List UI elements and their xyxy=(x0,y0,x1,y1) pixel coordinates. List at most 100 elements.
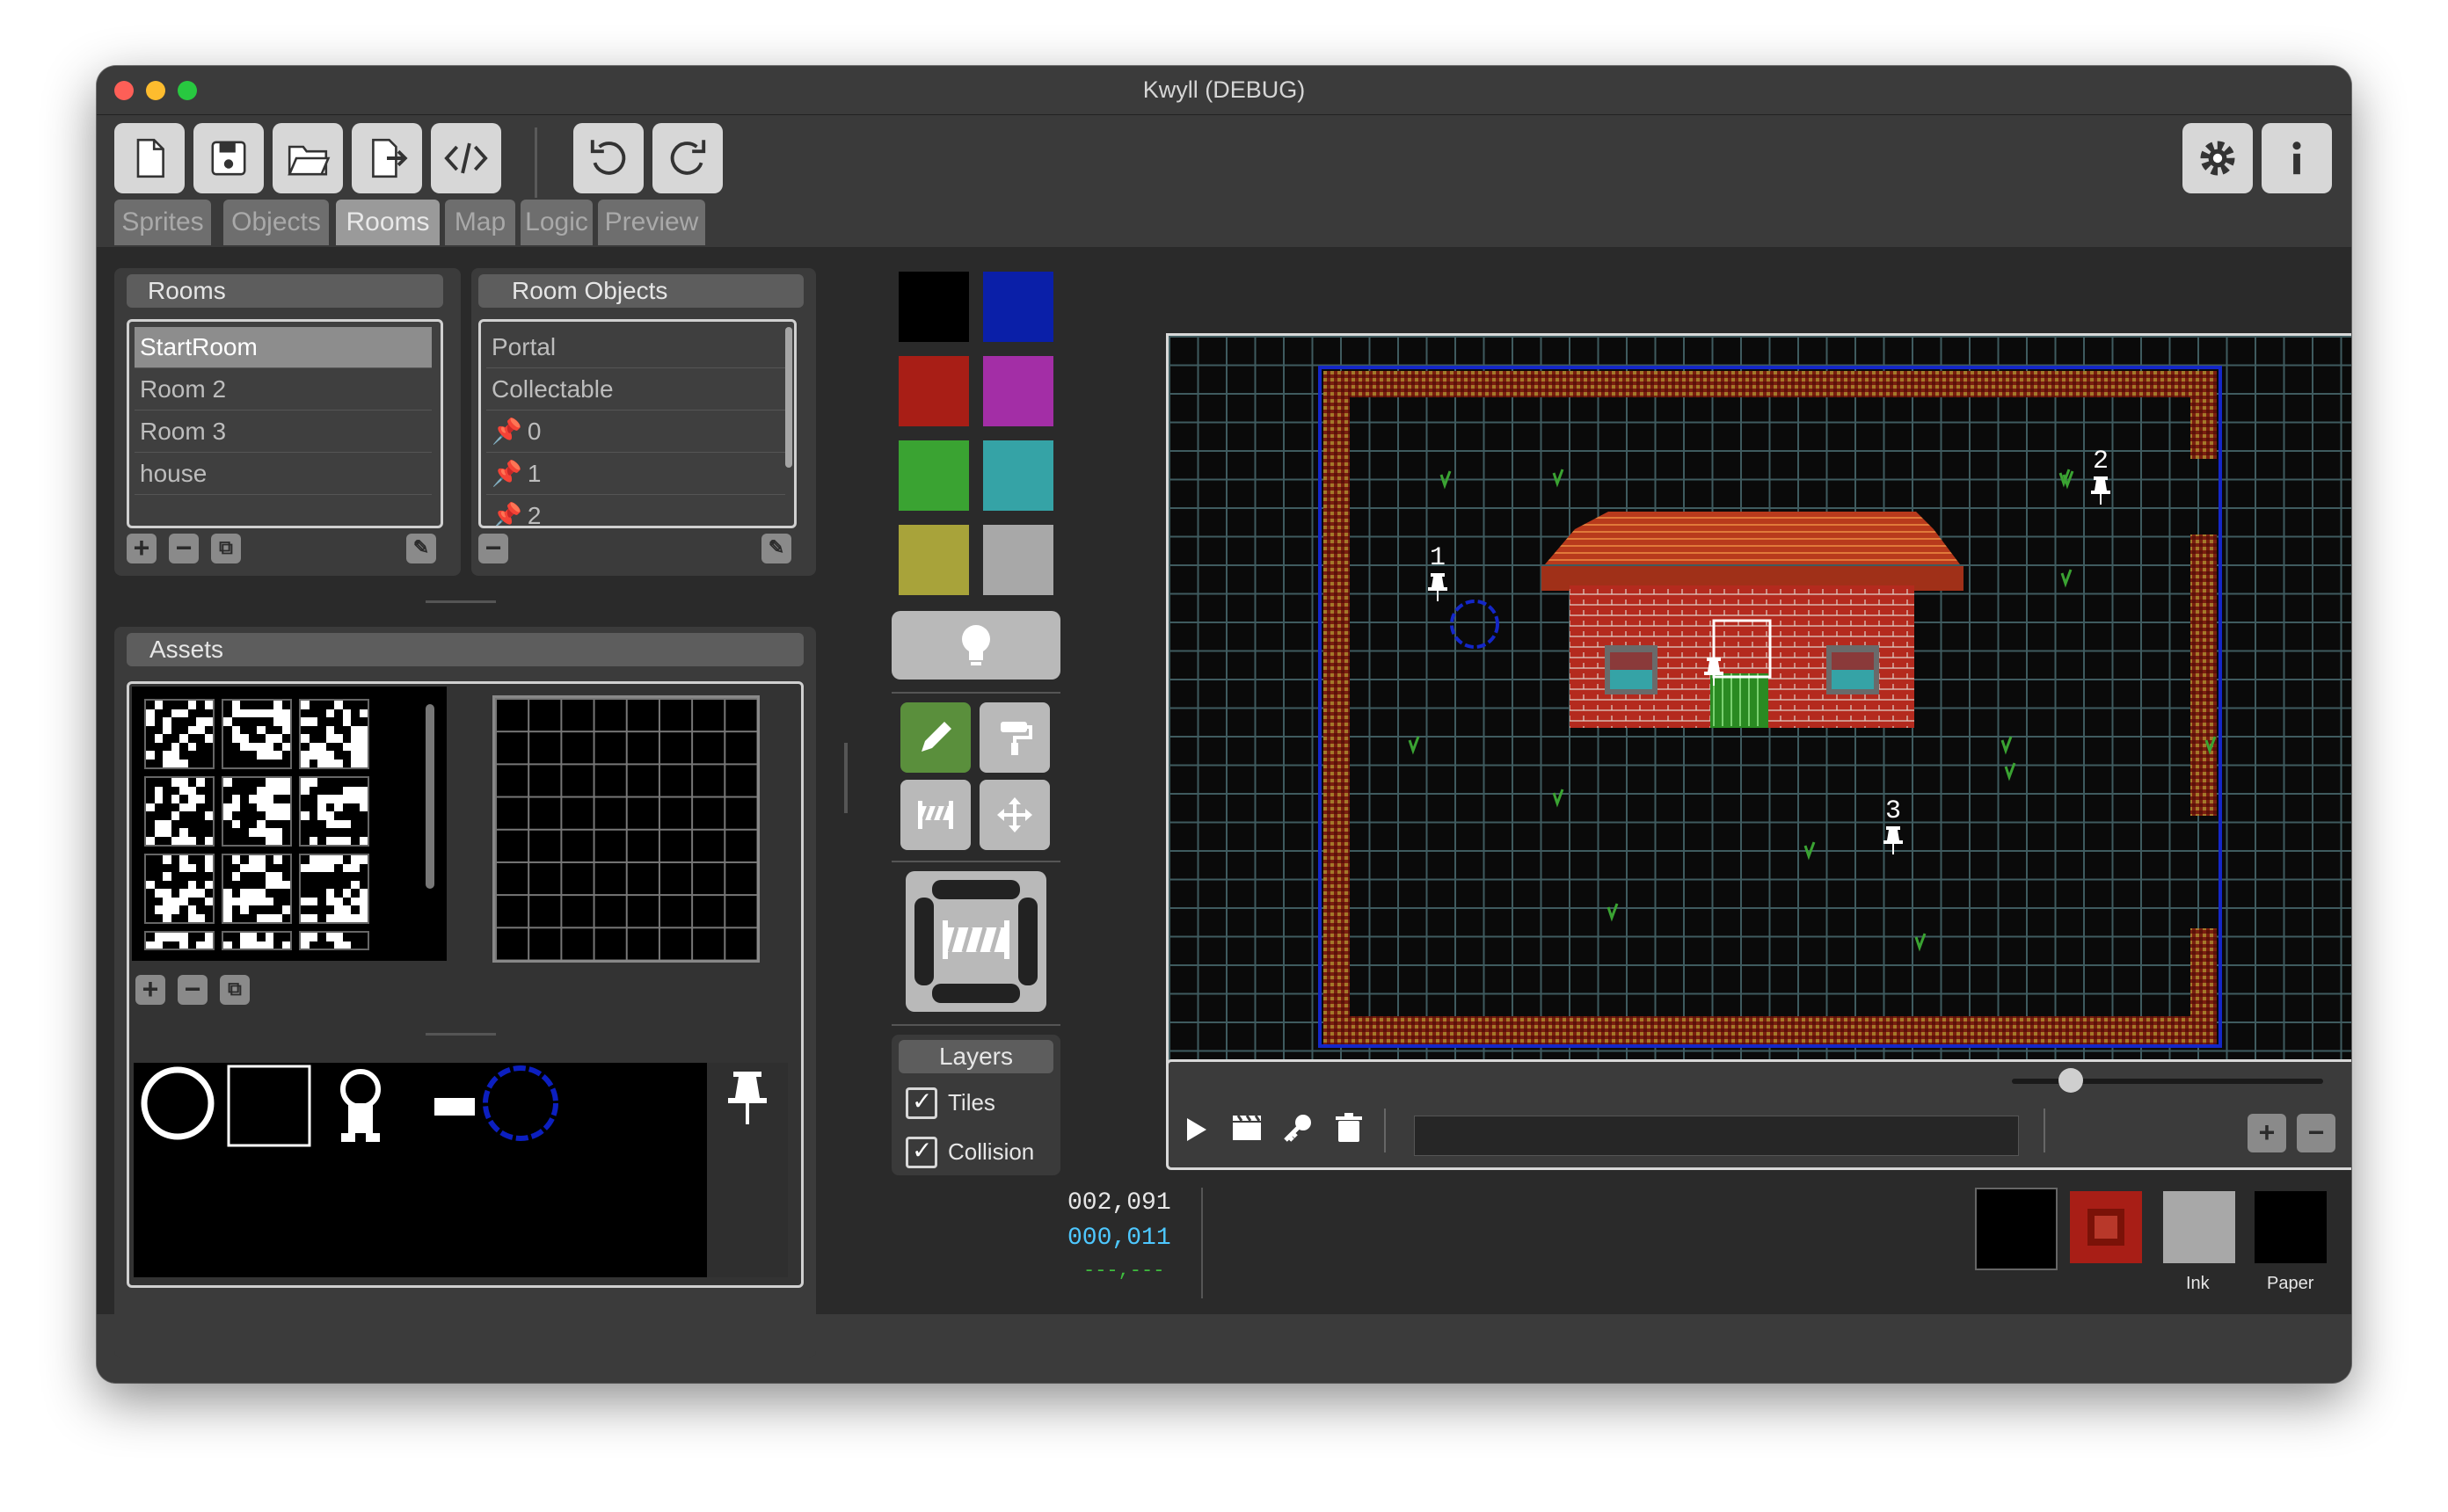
palette-black[interactable] xyxy=(899,272,969,342)
splitter-handle-2[interactable] xyxy=(426,1033,496,1036)
object-sprites xyxy=(141,1065,558,1147)
top-wall xyxy=(1323,371,2217,397)
palette-yellow[interactable] xyxy=(899,525,969,595)
zoom-slider-track[interactable] xyxy=(2012,1068,2323,1093)
portal-sprite[interactable] xyxy=(141,1066,215,1140)
undo-button[interactable] xyxy=(573,123,644,193)
panel-divider[interactable] xyxy=(844,743,848,813)
object-item-collectable[interactable]: Collectable xyxy=(486,369,785,411)
pin-marker-3[interactable] xyxy=(1883,826,1903,854)
tab-sprites[interactable]: Sprites xyxy=(114,200,211,245)
remove-room-button[interactable]: − xyxy=(169,534,199,563)
paper-color-swatch[interactable] xyxy=(2255,1191,2327,1263)
tiles-layer-checkbox[interactable]: ✓ xyxy=(906,1087,937,1119)
room-item-room-2[interactable]: Room 2 xyxy=(135,369,432,411)
portal-marker[interactable] xyxy=(1450,600,1499,649)
tab-rooms[interactable]: Rooms xyxy=(336,200,440,245)
info-button[interactable] xyxy=(2262,123,2332,193)
pin-icon[interactable] xyxy=(707,1063,788,1133)
object-item-2[interactable]: 📌 2 xyxy=(486,496,785,526)
move-tool-button[interactable] xyxy=(980,780,1050,850)
object-item-0[interactable]: 📌 0 xyxy=(486,411,785,453)
splitter-handle[interactable] xyxy=(426,600,496,603)
duplicate-tile-button[interactable]: ⧉ xyxy=(220,975,250,1005)
tile-position: 000,011 xyxy=(1067,1225,1171,1252)
tile-thumbnail[interactable] xyxy=(144,931,215,950)
play-button[interactable] xyxy=(1180,1112,1212,1147)
tile-thumbnail[interactable] xyxy=(144,776,215,847)
palette-white[interactable] xyxy=(983,525,1053,595)
tile-thumbnail[interactable] xyxy=(144,854,215,924)
tile-thumbnail[interactable] xyxy=(222,931,292,950)
blue-portal-sprite[interactable] xyxy=(483,1065,558,1141)
tile-thumbnail[interactable] xyxy=(299,931,369,950)
palette-blue[interactable] xyxy=(983,272,1053,342)
delete-button[interactable] xyxy=(1333,1112,1365,1147)
edit-object-button[interactable]: ✎ xyxy=(761,534,791,563)
redo-button[interactable] xyxy=(652,123,723,193)
settings-button[interactable] xyxy=(2182,123,2253,193)
object-item-1[interactable]: 📌 1 xyxy=(486,454,785,495)
edit-room-button[interactable]: ✎ xyxy=(406,534,436,563)
add-frame-button[interactable]: + xyxy=(2248,1114,2286,1152)
clapperboard-button[interactable] xyxy=(1231,1112,1263,1147)
tile-thumbnail[interactable] xyxy=(299,776,369,847)
tile-thumbnail[interactable] xyxy=(299,854,369,924)
room-canvas[interactable]: 1 2 3 xyxy=(1166,333,2351,1110)
save-button[interactable] xyxy=(193,123,264,193)
tiles-scrollbar[interactable] xyxy=(426,704,434,889)
room-item-room-3[interactable]: Room 3 xyxy=(135,411,432,453)
tab-logic[interactable]: Logic xyxy=(521,200,593,245)
room-item-startroom[interactable]: StartRoom xyxy=(135,327,432,368)
export-icon xyxy=(372,138,408,178)
draw-tool-button[interactable] xyxy=(900,702,971,773)
character-sprite[interactable] xyxy=(340,1069,381,1142)
collision-frame-icon xyxy=(914,880,1038,1003)
bright-toggle-button[interactable] xyxy=(892,611,1060,680)
new-file-button[interactable] xyxy=(114,123,185,193)
tile-thumbnail[interactable] xyxy=(144,699,215,769)
palette-magenta[interactable] xyxy=(983,356,1053,426)
frames-strip[interactable] xyxy=(1414,1116,2019,1156)
object-item-portal[interactable]: Portal xyxy=(486,327,785,368)
fill-tool-button[interactable] xyxy=(980,702,1050,773)
duplicate-room-button[interactable]: ⧉ xyxy=(211,534,241,563)
tile-editor-grid[interactable] xyxy=(492,695,760,963)
tile-grid xyxy=(132,687,447,961)
object-sprites-area xyxy=(134,1063,707,1277)
tab-preview[interactable]: Preview xyxy=(598,200,705,245)
tab-map[interactable]: Map xyxy=(445,200,515,245)
palette-green[interactable] xyxy=(899,440,969,511)
tile-thumbnail[interactable] xyxy=(222,854,292,924)
code-button[interactable] xyxy=(431,123,501,193)
pin-marker-1[interactable] xyxy=(1428,573,1447,601)
collision-shape-button[interactable] xyxy=(906,871,1046,1012)
collision-layer-checkbox[interactable]: ✓ xyxy=(906,1137,937,1168)
tile-thumbnail[interactable] xyxy=(222,699,292,769)
palette-cyan[interactable] xyxy=(983,440,1053,511)
selected-sprite-slot[interactable] xyxy=(227,1065,311,1147)
tile-thumbnail[interactable] xyxy=(222,776,292,847)
palette-red[interactable] xyxy=(899,356,969,426)
house xyxy=(1541,512,1964,728)
add-tile-button[interactable]: + xyxy=(135,975,165,1005)
room-item-house[interactable]: house xyxy=(135,454,432,495)
left-wall xyxy=(1323,371,1350,1044)
add-room-button[interactable]: + xyxy=(127,534,157,563)
pin-icon: 📌 xyxy=(492,460,522,487)
collectable-sprite[interactable] xyxy=(434,1098,475,1116)
move-icon xyxy=(997,797,1032,832)
export-button[interactable] xyxy=(352,123,422,193)
key-button[interactable] xyxy=(1282,1112,1314,1147)
objects-scrollbar[interactable] xyxy=(785,327,792,468)
open-button[interactable] xyxy=(273,123,343,193)
tab-objects[interactable]: Objects xyxy=(223,200,329,245)
remove-object-button[interactable]: − xyxy=(478,534,508,563)
remove-tile-button[interactable]: − xyxy=(178,975,208,1005)
collision-tool-button[interactable] xyxy=(900,780,971,850)
pin-marker-2[interactable] xyxy=(2091,476,2110,505)
ink-color-swatch[interactable] xyxy=(2163,1191,2235,1263)
tile-thumbnail[interactable] xyxy=(299,699,369,769)
remove-frame-button[interactable]: − xyxy=(2297,1114,2335,1152)
lightbulb-icon xyxy=(962,625,990,665)
